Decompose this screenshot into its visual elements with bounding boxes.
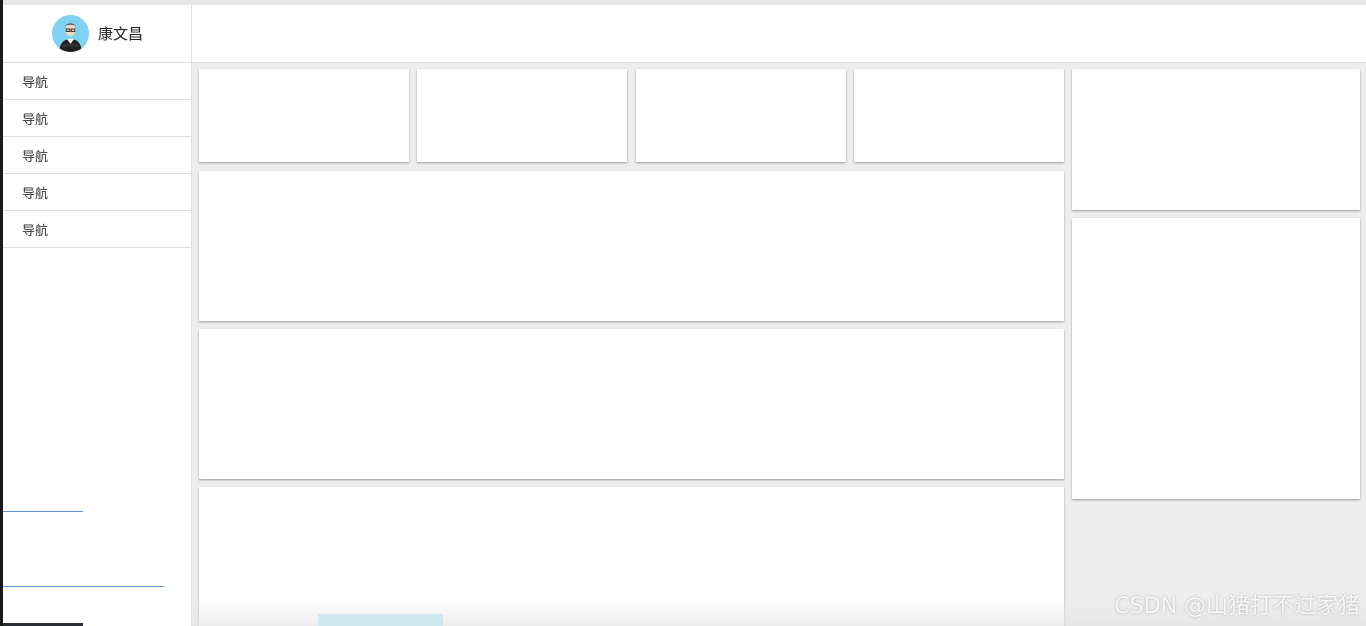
- sidebar-item-label: 导航: [22, 112, 49, 128]
- sidebar-item-nav-2[interactable]: 导航: [3, 100, 191, 137]
- user-avatar-icon[interactable]: [52, 15, 89, 52]
- sidebar: 导航 导航 导航 导航 导航: [3, 63, 192, 626]
- bottom-partial-element: [318, 614, 443, 626]
- sidebar-link-underline[interactable]: [3, 511, 83, 512]
- side-panel-bottom: [1072, 218, 1360, 499]
- user-name: 康文昌: [98, 25, 144, 43]
- sidebar-link-underline[interactable]: [3, 586, 164, 587]
- stat-card-2: [417, 69, 627, 162]
- content-panel-1: [199, 171, 1064, 321]
- sidebar-item-nav-1[interactable]: 导航: [3, 63, 191, 100]
- sidebar-item-label: 导航: [22, 75, 49, 91]
- sidebar-item-label: 导航: [22, 223, 49, 239]
- content-panel-3: [199, 487, 1064, 626]
- sidebar-item-nav-3[interactable]: 导航: [3, 137, 191, 174]
- stat-card-3: [636, 69, 846, 162]
- sidebar-item-label: 导航: [22, 186, 49, 202]
- sidebar-item-label: 导航: [22, 149, 49, 165]
- stat-card-4: [854, 69, 1064, 162]
- sidebar-item-nav-5[interactable]: 导航: [3, 211, 191, 248]
- watermark-text: CSDN @山猪打不过家猪: [1114, 594, 1360, 619]
- sidebar-item-nav-4[interactable]: 导航: [3, 174, 191, 211]
- side-panel-top: [1072, 69, 1360, 210]
- stat-card-1: [199, 69, 409, 162]
- user-brand[interactable]: 康文昌: [3, 5, 192, 62]
- top-bar: 康文昌: [3, 5, 1366, 63]
- content-panel-2: [199, 329, 1064, 479]
